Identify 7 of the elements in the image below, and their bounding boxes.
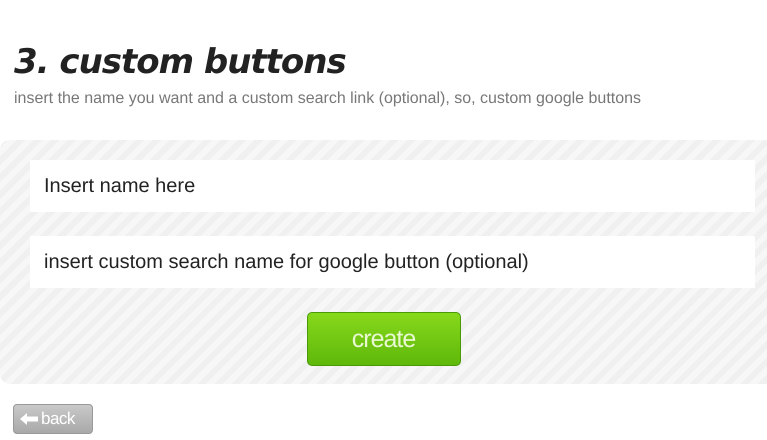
left-arrow-icon [20,413,38,425]
instructions-text: insert the name you want and a custom search link (optional), so, custom google buttons [14,90,642,108]
text-field[interactable]: insert custom search name for google button (optional) [30,236,755,288]
section-heading: 3. custom buttons [14,42,347,82]
create-button[interactable]: create [306,312,460,366]
text-field[interactable]: Insert name here [30,160,755,212]
back-button[interactable]: back [13,404,93,434]
